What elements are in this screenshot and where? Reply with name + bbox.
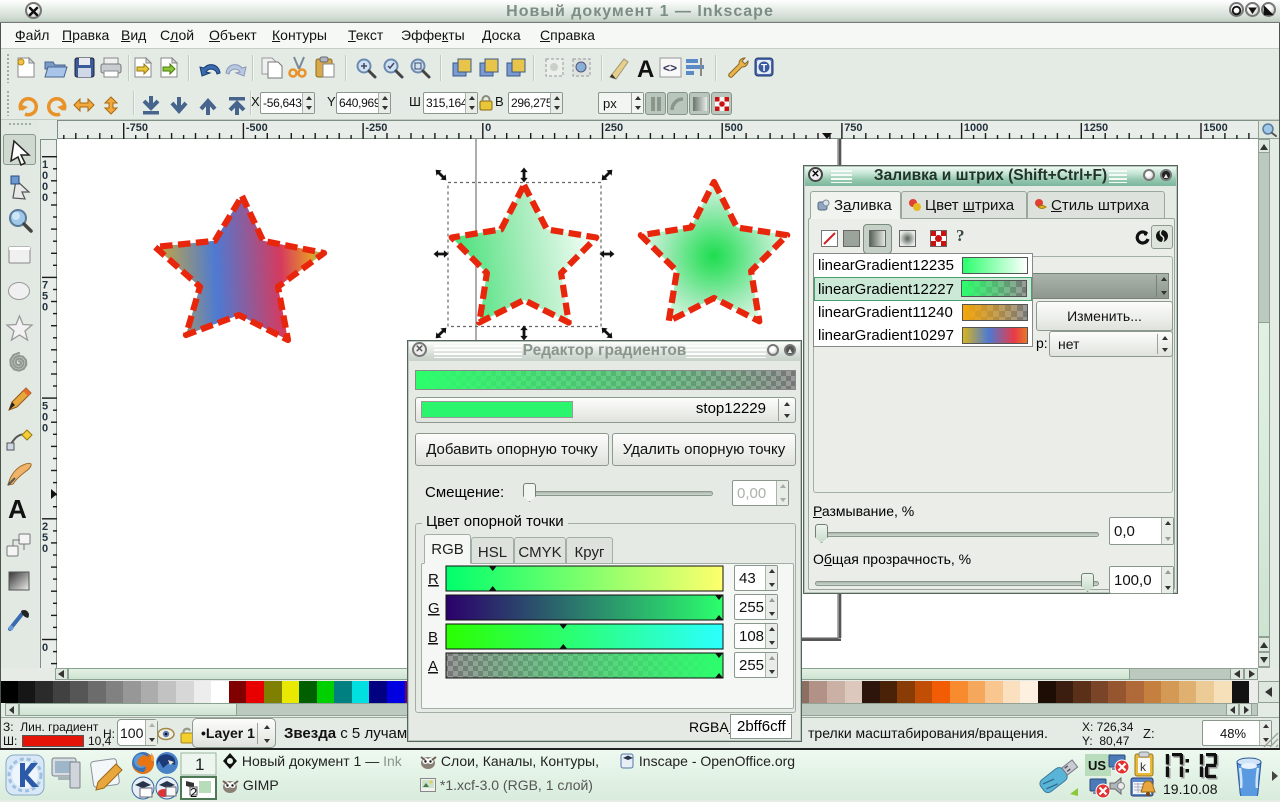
svg-text:0: 0 xyxy=(485,122,491,134)
svg-text:A: A xyxy=(8,494,27,524)
svg-text:US: US xyxy=(1088,758,1106,773)
svg-text:-500: -500 xyxy=(246,122,268,134)
svg-text:0: 0 xyxy=(42,422,48,434)
svg-text:0: 0 xyxy=(42,302,48,314)
svg-text:1000: 1000 xyxy=(964,122,988,134)
svg-text:A: A xyxy=(428,658,438,675)
svg-text:1: 1 xyxy=(195,755,204,774)
svg-text:A: A xyxy=(637,56,654,83)
svg-text:B: B xyxy=(428,629,438,646)
svg-text:-750: -750 xyxy=(126,122,148,134)
svg-text:R: R xyxy=(428,571,439,588)
svg-text:750: 750 xyxy=(844,122,862,134)
svg-text:-250: -250 xyxy=(365,122,387,134)
svg-text:250: 250 xyxy=(605,122,623,134)
svg-text:<>: <> xyxy=(663,61,677,75)
svg-text:1500: 1500 xyxy=(1203,122,1227,134)
svg-text:T: T xyxy=(761,63,767,74)
svg-text:0: 0 xyxy=(42,192,48,204)
svg-text:1250: 1250 xyxy=(1084,122,1108,134)
svg-text:0: 0 xyxy=(42,543,48,555)
svg-text:0: 0 xyxy=(42,642,48,654)
svg-text:k: k xyxy=(1140,760,1147,774)
svg-text:G: G xyxy=(428,600,440,617)
svg-text:500: 500 xyxy=(725,122,743,134)
svg-text:2: 2 xyxy=(190,785,197,800)
